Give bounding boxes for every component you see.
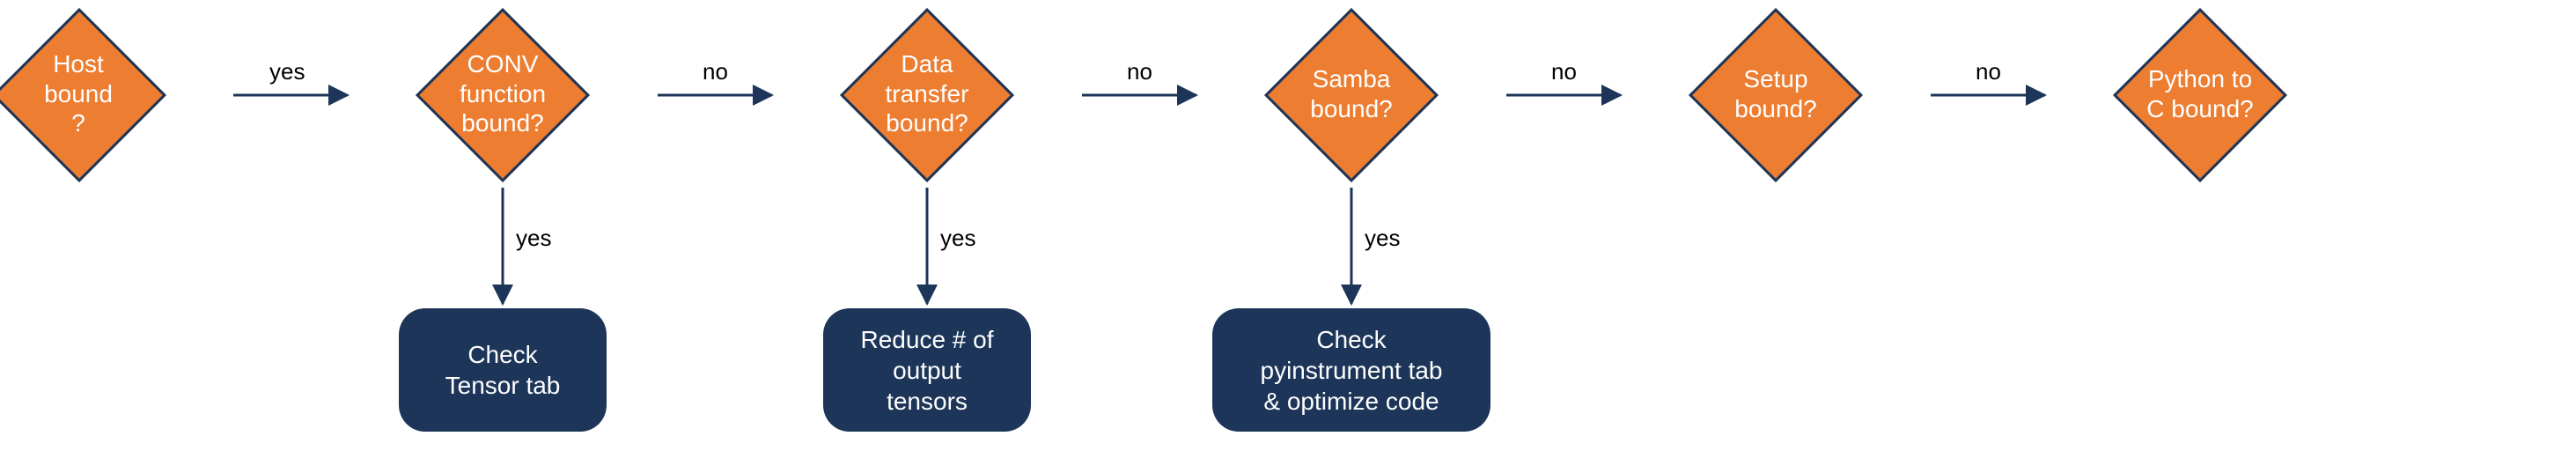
decision-conv-function-bound (416, 8, 590, 182)
action-check-pyinstrument-label: Checkpyinstrument tab& optimize code (1261, 324, 1443, 417)
edge-data-to-reduce-label: yes (940, 225, 975, 252)
edge-host-to-conv-label: yes (269, 58, 305, 85)
action-check-pyinstrument: Checkpyinstrument tab& optimize code (1212, 308, 1490, 432)
flowchart-canvas: Hostbound? CONVfunctionbound? Datatransf… (0, 0, 2576, 451)
decision-data-transfer-bound (840, 8, 1014, 182)
edge-setup-to-python-label: no (1976, 58, 2001, 85)
decision-host-bound (0, 8, 166, 182)
edge-samba-to-setup-label: no (1551, 58, 1577, 85)
action-reduce-output-tensors-label: Reduce # ofoutputtensors (861, 324, 994, 417)
edge-conv-to-tensor-label: yes (516, 225, 551, 252)
decision-samba-bound (1264, 8, 1439, 182)
decision-python-to-c-bound (2113, 8, 2287, 182)
edge-data-to-samba-label: no (1127, 58, 1152, 85)
action-reduce-output-tensors: Reduce # ofoutputtensors (823, 308, 1031, 432)
decision-setup-bound (1689, 8, 1863, 182)
edge-samba-to-pyinst-label: yes (1365, 225, 1400, 252)
edge-conv-to-data-label: no (703, 58, 728, 85)
action-check-tensor-tab: CheckTensor tab (399, 308, 607, 432)
action-check-tensor-tab-label: CheckTensor tab (445, 339, 561, 401)
